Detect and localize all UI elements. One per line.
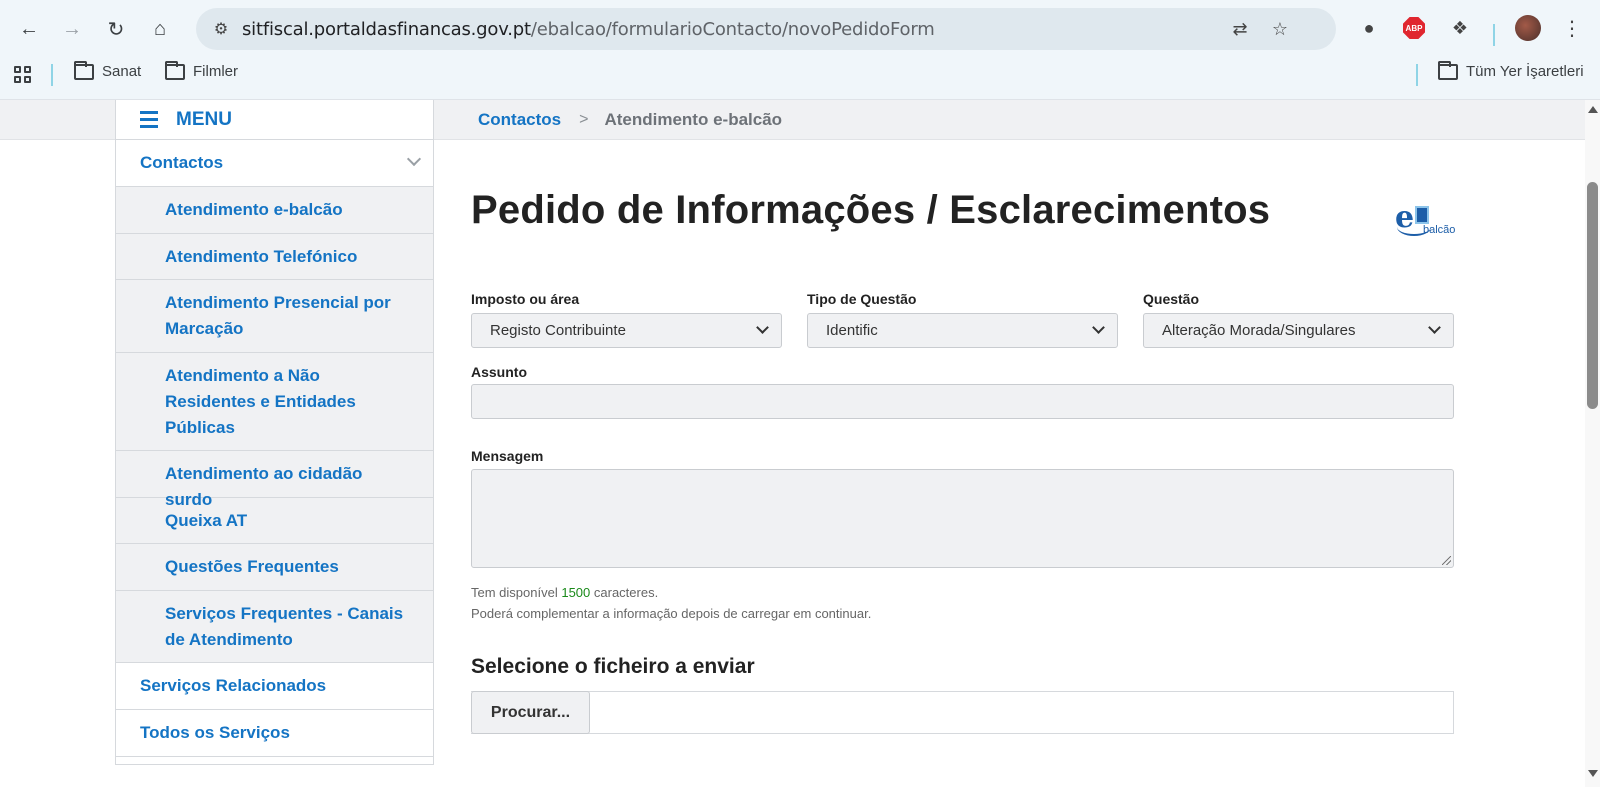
sidebar-subitem-presencial[interactable]: Atendimento Presencial por Marcação [116, 280, 433, 353]
breadcrumb-current: Atendimento e-balcão [604, 110, 783, 129]
page-viewport: MENU Contactos Atendimento e-balcão Aten… [0, 100, 1585, 787]
browser-toolbar: ← → ↻ ⌂ ⚙ sitfiscal.portaldasfinancas.go… [0, 8, 1600, 50]
imposto-select[interactable]: Registo Contribuinte [471, 313, 782, 348]
adblock-plus-icon[interactable]: ABP [1400, 14, 1428, 42]
translate-icon[interactable]: ⇄ [1228, 17, 1252, 41]
imposto-label: Imposto ou área [471, 291, 580, 307]
chevron-down-icon [1092, 321, 1105, 334]
sidebar-subitem-nao-residentes[interactable]: Atendimento a Não Residentes e Entidades… [116, 353, 433, 451]
sidebar-item-todos-servicos[interactable]: Todos os Serviços [116, 710, 433, 757]
folder-icon [1438, 60, 1458, 80]
browser-chrome: ← → ↻ ⌂ ⚙ sitfiscal.portaldasfinancas.go… [0, 0, 1600, 100]
sidebar-subitem-queixa[interactable]: Queixa AT [116, 498, 433, 544]
assunto-label: Assunto [471, 364, 527, 380]
sidebar-menu: MENU Contactos Atendimento e-balcão Aten… [115, 100, 434, 765]
chevron-down-icon [1428, 321, 1441, 334]
file-name-field[interactable] [471, 691, 1454, 734]
apps-grid-icon[interactable] [14, 66, 31, 83]
reload-icon[interactable]: ↻ [99, 12, 133, 46]
scroll-up-arrow-icon[interactable] [1588, 106, 1598, 113]
tipo-questao-select[interactable]: Identific [807, 313, 1118, 348]
bookmark-folder-filmler[interactable]: Filmler [165, 60, 238, 80]
url-text[interactable]: sitfiscal.portaldasfinancas.gov.pt/ebalc… [242, 19, 935, 40]
breadcrumb: Contactos > Atendimento e-balcão [478, 100, 782, 140]
breadcrumb-separator: > [579, 111, 589, 128]
site-info-icon[interactable]: ⚙ [210, 18, 232, 40]
sidebar-item-contactos[interactable]: Contactos [116, 140, 433, 187]
menu-label: MENU [176, 108, 232, 130]
toolbar-divider [1493, 24, 1495, 46]
scroll-down-arrow-icon[interactable] [1588, 770, 1598, 777]
browse-file-button[interactable]: Procurar... [471, 691, 590, 734]
bookmarks-divider [51, 64, 53, 86]
bookmark-folder-sanat[interactable]: Sanat [74, 60, 141, 80]
more-options-icon[interactable]: ⋮ [1558, 14, 1586, 42]
tipo-questao-label: Tipo de Questão [807, 291, 917, 307]
back-icon[interactable]: ← [12, 12, 46, 46]
all-bookmarks-folder[interactable]: Tüm Yer İşaretleri [1438, 60, 1584, 80]
continue-hint-text: Poderá complementar a informação depois … [471, 606, 872, 621]
address-bar[interactable]: ⚙ sitfiscal.portaldasfinancas.gov.pt/eba… [196, 8, 1336, 50]
ebalcao-logo: e balcão [1395, 200, 1456, 236]
sidebar-subitem-ebalcao[interactable]: Atendimento e-balcão [116, 187, 433, 234]
profile-avatar[interactable] [1514, 14, 1542, 42]
file-section-heading: Selecione o ficheiro a enviar [471, 655, 755, 678]
forward-icon[interactable]: → [55, 12, 89, 46]
mensagem-textarea[interactable] [471, 469, 1454, 568]
sidebar-item-servicos-relacionados[interactable]: Serviços Relacionados [116, 663, 433, 710]
page-title: Pedido de Informações / Esclarecimentos [471, 188, 1271, 232]
breadcrumb-link-contactos[interactable]: Contactos [478, 110, 561, 130]
home-icon[interactable]: ⌂ [143, 12, 177, 46]
chars-count: 1500 [561, 585, 591, 600]
chars-remaining-text: Tem disponível 1500 caracteres. [471, 585, 659, 600]
bookmark-star-icon[interactable]: ☆ [1268, 17, 1292, 41]
sidebar-item-label: Contactos [140, 153, 224, 172]
assunto-input[interactable] [471, 384, 1454, 419]
mensagem-label: Mensagem [471, 448, 544, 464]
resize-handle-icon[interactable] [1442, 556, 1451, 565]
lightbulb-extension-icon[interactable]: ● [1355, 14, 1383, 42]
chevron-down-icon [756, 321, 769, 334]
sidebar-subitem-surdo[interactable]: Atendimento ao cidadão surdo [116, 451, 433, 509]
page-scrollbar[interactable] [1585, 100, 1600, 787]
scrollbar-thumb[interactable] [1587, 182, 1598, 409]
hamburger-icon [140, 111, 158, 128]
chevron-down-icon [406, 151, 422, 167]
questao-select[interactable]: Alteração Morada/Singulares [1143, 313, 1454, 348]
folder-icon [165, 60, 185, 80]
bookmarks-bar: Sanat Filmler Tüm Yer İşaretleri [0, 60, 1600, 90]
folder-icon [74, 60, 94, 80]
extensions-puzzle-icon[interactable]: ❖ [1446, 14, 1474, 42]
sidebar-subitem-telefonico[interactable]: Atendimento Telefónico [116, 234, 433, 280]
bookmarks-divider-right [1416, 64, 1418, 86]
menu-toggle[interactable]: MENU [116, 100, 433, 140]
questao-label: Questão [1143, 291, 1200, 307]
sidebar-subitem-servicos-frequentes[interactable]: Serviços Frequentes - Canais de Atendime… [116, 591, 433, 663]
sidebar-subitem-faq[interactable]: Questões Frequentes [116, 544, 433, 591]
